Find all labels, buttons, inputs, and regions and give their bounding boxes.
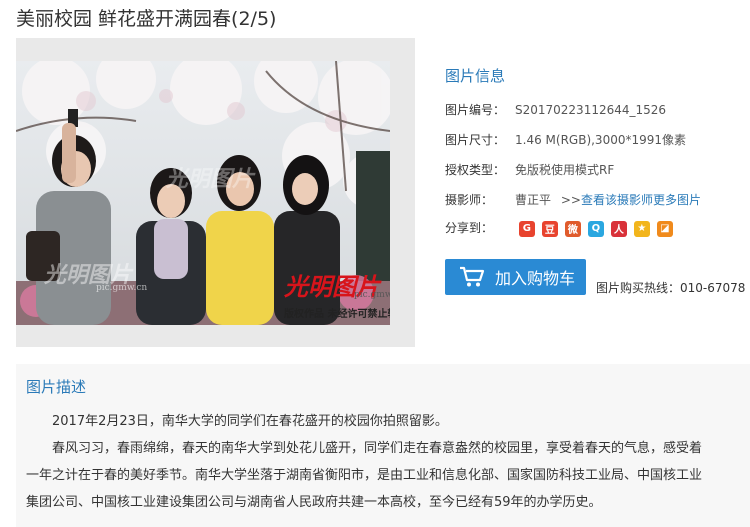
description-paragraph: 一年之计在于春的美好季节。南华大学坐落于湖南省衡阳市，是由工业和信息化部、国家国…: [26, 468, 703, 483]
info-title: 图片信息: [445, 67, 506, 85]
weibo-share-icon[interactable]: 微: [564, 220, 581, 237]
photo-watermark-left-url: pic.gmw.cn: [96, 283, 148, 293]
info-label: 分享到：: [445, 221, 494, 235]
page-title: 美丽校园 鲜花盛开满园春(2/5): [16, 8, 277, 30]
info-row-share: 分享到： G 豆微 Q 人 ★ ◪: [445, 219, 673, 237]
copyright-notice: 版权作品 未经许可禁止转载: [284, 309, 390, 320]
more-prefix: >>: [560, 193, 581, 207]
info-row-photographer: 摄影师： 曹正平 >>查看该摄影师更多图片: [445, 191, 701, 208]
description-paragraph: 春风习习，春雨绵绵，春天的南华大学到处花儿盛开，同学们走在春意盎然的校园里，享受…: [52, 441, 703, 456]
add-to-cart-button[interactable]: 加入购物车: [445, 259, 586, 295]
other-share-icon[interactable]: ◪: [656, 220, 673, 237]
add-to-cart-label: 加入购物车: [495, 269, 576, 288]
description-title: 图片描述: [26, 378, 87, 396]
qzone-share-icon[interactable]: ★: [633, 220, 650, 237]
info-label: 授权类型：: [445, 163, 506, 177]
google-share-icon[interactable]: G: [518, 220, 535, 237]
qq-share-icon[interactable]: Q: [587, 220, 604, 237]
photographer-more-link[interactable]: 查看该摄影师更多图片: [581, 193, 701, 207]
purchase-hotline: 图片购买热线：010-67078: [596, 281, 746, 295]
info-label: 摄影师：: [445, 193, 494, 207]
photographer-name: 曹正平: [515, 193, 552, 207]
douban-share-icon[interactable]: 豆: [541, 220, 558, 237]
info-label: 图片编号：: [445, 103, 506, 117]
info-row-license: 授权类型： 免版税使用模式RF: [445, 161, 614, 178]
description-paragraph: 2017年2月23日，南华大学的同学们在春花盛开的校园你拍照留影。: [52, 414, 448, 429]
cart-icon: [460, 266, 485, 287]
renren-share-icon[interactable]: 人: [610, 220, 627, 237]
share-icons: G 豆微 Q 人 ★ ◪: [518, 220, 673, 237]
description-paragraph: 集团公司、中国核工业建设集团公司与湖南省人民政府共建一本高校，至今已经有59年的…: [26, 495, 602, 510]
photo-watermark-right-url: pic.gmw.cn: [354, 290, 390, 300]
main-photo[interactable]: 光明图片 光明图片 pic.gmw.cn 光明图片 pic.gmw.cn 版权作…: [16, 61, 390, 325]
info-label: 图片尺寸：: [445, 133, 506, 147]
info-row-size: 图片尺寸： 1.46 M(RGB),3000*1991像素: [445, 131, 686, 148]
info-value: 1.46 M(RGB),3000*1991像素: [515, 133, 687, 147]
info-value: S20170223112644_1526: [515, 103, 667, 117]
photo-watermark-center: 光明图片: [166, 166, 255, 192]
info-row-id: 图片编号： S20170223112644_1526: [445, 101, 666, 118]
info-value: 免版税使用模式RF: [515, 163, 615, 177]
